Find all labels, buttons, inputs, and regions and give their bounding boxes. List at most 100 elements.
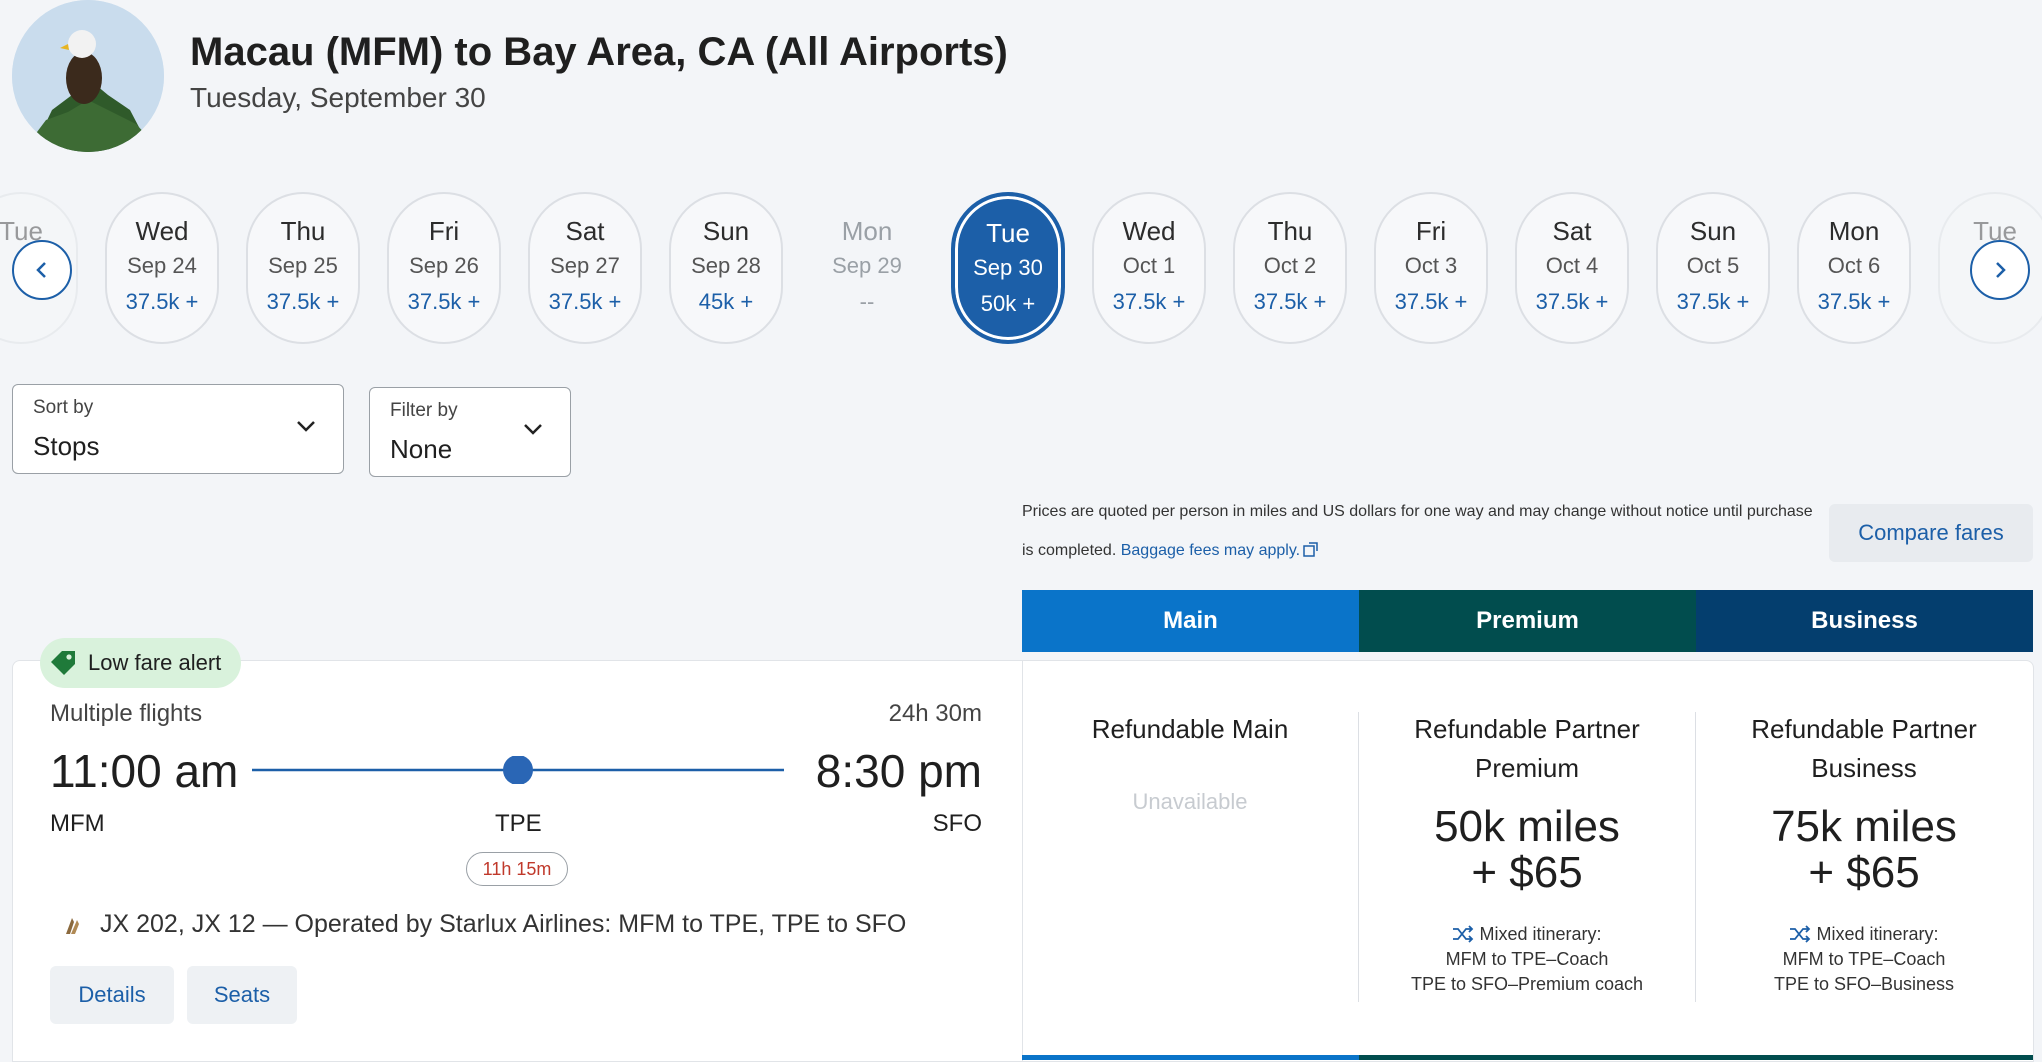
fare-name-line-2: Premium <box>1474 753 1579 783</box>
date-option[interactable]: Fri Sep 26 37.5k + <box>387 192 501 344</box>
tab-premium[interactable]: Premium <box>1359 590 1696 652</box>
layover-duration: 11h 15m <box>466 852 568 886</box>
low-fare-alert-label: Low fare alert <box>88 650 222 675</box>
fare-refundable-partner-business[interactable]: Refundable Partner Business 75k miles + … <box>1696 710 2032 997</box>
mixed-itinerary-label: Mixed itinerary: <box>1816 924 1939 944</box>
segment-2-cabin: TPE to SFO–Business <box>1773 974 1955 994</box>
date-price: 37.5k + <box>1535 289 1609 314</box>
date-month-day: Oct 2 <box>1263 253 1317 278</box>
low-fare-alert-badge: Low fare alert <box>40 638 242 688</box>
fare-name-line-1: Refundable Partner <box>1751 714 1977 744</box>
compare-fares-button[interactable]: Compare fares <box>1829 504 2033 562</box>
date-day-of-week: Mon <box>841 216 893 246</box>
details-button[interactable]: Details <box>50 966 174 1024</box>
sort-label: Sort by <box>33 397 94 418</box>
chevron-down-icon <box>297 421 315 432</box>
filter-label: Filter by <box>390 400 458 421</box>
date-day-of-week: Sun <box>702 216 750 246</box>
date-month-day: Sep 30 <box>973 255 1043 280</box>
tab-main-underline <box>1022 1055 1359 1060</box>
fare-cash: + $65 <box>1808 848 1920 897</box>
date-month-day: Sep 26 <box>409 253 479 278</box>
page-title: Macau (MFM) to Bay Area, CA (All Airport… <box>190 30 1008 74</box>
arrival-time: 8:30 pm <box>815 745 982 797</box>
price-tag-icon <box>51 651 75 675</box>
previous-dates-button[interactable] <box>12 240 72 300</box>
date-day-of-week: Thu <box>280 216 326 246</box>
filter-dropdown[interactable]: Filter by None <box>369 387 571 477</box>
date-option: Mon Sep 29 -- <box>810 192 924 344</box>
fare-refundable-main: Refundable Main Unavailable <box>1022 710 1358 815</box>
date-price: 50k + <box>980 291 1036 316</box>
route-avatar-image <box>12 0 164 152</box>
date-option[interactable]: Thu Oct 2 37.5k + <box>1233 192 1347 344</box>
fare-miles: 75k miles <box>1771 802 1957 851</box>
mixed-itinerary-label: Mixed itinerary: <box>1479 924 1602 944</box>
date-price: 37.5k + <box>1394 289 1468 314</box>
date-day-of-week: Thu <box>1267 216 1313 246</box>
date-price: 37.5k + <box>1253 289 1327 314</box>
tab-business[interactable]: Business <box>1696 590 2033 652</box>
date-price: 37.5k + <box>266 289 340 314</box>
date-month-day: Sep 28 <box>691 253 761 278</box>
date-option[interactable]: Tue Sep 30 50k + <box>951 192 1065 344</box>
chevron-left-icon <box>36 262 46 278</box>
date-month-day: Oct 4 <box>1545 253 1599 278</box>
date-option[interactable]: Sun Sep 28 45k + <box>669 192 783 344</box>
date-day-of-week: Fri <box>428 216 460 246</box>
date-day-of-week: Tue <box>986 218 1030 248</box>
segment-1-cabin: MFM to TPE–Coach <box>1782 949 1946 969</box>
fare-name: Refundable Main <box>1091 714 1289 744</box>
starlux-logo-icon <box>66 918 79 934</box>
operator-info: JX 202, JX 12 — Operated by Starlux Airl… <box>100 910 907 938</box>
departure-time: 11:00 am <box>50 745 239 797</box>
date-option[interactable]: Wed Oct 1 37.5k + <box>1092 192 1206 344</box>
sort-value: Stops <box>33 431 100 461</box>
stop-code: TPE <box>495 810 542 837</box>
next-dates-button[interactable] <box>1970 240 2030 300</box>
itinerary-type: Multiple flights <box>50 700 203 727</box>
segment-2-cabin: TPE to SFO–Premium coach <box>1410 974 1644 994</box>
baggage-fees-link[interactable]: Baggage fees may apply. <box>1121 542 1318 559</box>
date-month-day: Oct 6 <box>1827 253 1881 278</box>
date-month-day: Oct 1 <box>1122 253 1176 278</box>
date-price: 37.5k + <box>1112 289 1186 314</box>
date-option[interactable]: Sat Oct 4 37.5k + <box>1515 192 1629 344</box>
date-month-day: Sep 27 <box>550 253 620 278</box>
sort-dropdown[interactable]: Sort by Stops <box>12 384 344 474</box>
external-link-icon <box>1303 542 1318 557</box>
date-price: 37.5k + <box>125 289 199 314</box>
fare-name-line-2: Business <box>1811 753 1917 783</box>
date-option[interactable]: Fri Oct 3 37.5k + <box>1374 192 1488 344</box>
date-option[interactable]: Wed Sep 24 37.5k + <box>105 192 219 344</box>
date-option[interactable]: Sat Sep 27 37.5k + <box>528 192 642 344</box>
baggage-fees-link-label: Baggage fees may apply. <box>1120 542 1301 559</box>
date-day-of-week: Wed <box>1122 216 1176 246</box>
date-option[interactable]: Thu Sep 25 37.5k + <box>246 192 360 344</box>
date-price: 37.5k + <box>1817 289 1891 314</box>
flight-duration: 24h 30m <box>888 700 982 727</box>
tab-main[interactable]: Main <box>1022 590 1359 652</box>
date-day-of-week: Sat <box>565 216 605 246</box>
date-price: 37.5k + <box>407 289 481 314</box>
stop-marker-icon <box>503 756 533 784</box>
date-option[interactable]: Mon Oct 6 37.5k + <box>1797 192 1911 344</box>
fare-cash: + $65 <box>1471 848 1583 897</box>
segment-1-cabin: MFM to TPE–Coach <box>1445 949 1609 969</box>
date-price: 37.5k + <box>1676 289 1750 314</box>
fare-refundable-partner-premium[interactable]: Refundable Partner Premium 50k miles + $… <box>1359 710 1695 997</box>
seats-button[interactable]: Seats <box>187 966 297 1024</box>
date-day-of-week: Sun <box>1689 216 1737 246</box>
date-month-day: Sep 24 <box>127 253 197 278</box>
shuffle-icon <box>1453 925 1474 943</box>
chevron-right-icon <box>1996 262 2006 278</box>
date-price: -- <box>859 289 875 314</box>
shuffle-icon <box>1790 925 1811 943</box>
date-month-day: Oct 5 <box>1686 253 1740 278</box>
date-price: 37.5k + <box>548 289 622 314</box>
date-price: 45k + <box>698 289 754 314</box>
date-day-of-week: Wed <box>135 216 189 246</box>
chevron-down-icon <box>524 424 542 435</box>
date-month-day: Oct 3 <box>1404 253 1458 278</box>
date-option[interactable]: Sun Oct 5 37.5k + <box>1656 192 1770 344</box>
